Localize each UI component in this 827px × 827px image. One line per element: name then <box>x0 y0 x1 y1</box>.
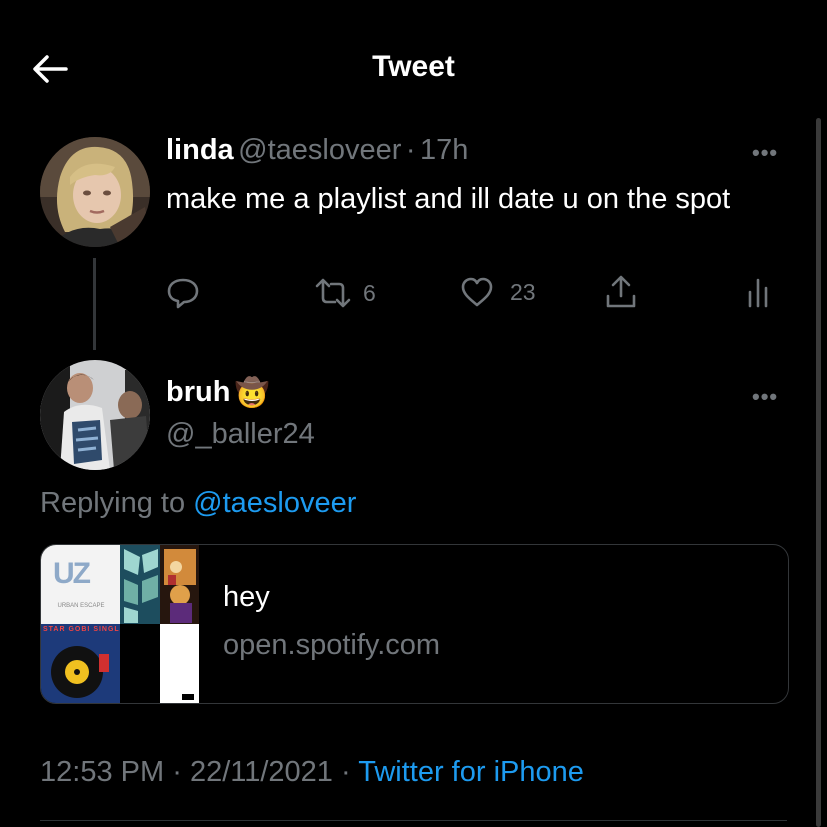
card-title: hey <box>223 581 270 613</box>
like-button[interactable]: 23 <box>460 276 536 308</box>
tweet-time[interactable]: 12:53 PM <box>40 756 164 788</box>
tweet-date[interactable]: 22/11/2021 <box>190 756 333 788</box>
tweet-source-link[interactable]: Twitter for iPhone <box>358 756 584 788</box>
album-cover-2 <box>120 545 199 624</box>
handle[interactable]: @taesloveer <box>238 134 401 166</box>
page-title: Tweet <box>372 50 455 83</box>
retweet-icon <box>315 278 351 308</box>
playlist-cover: UZ URBAN ESCAPE STAR GOBI SINGLES <box>41 545 200 703</box>
like-count: 23 <box>510 278 536 305</box>
retweet-count: 6 <box>363 279 376 306</box>
separator-dot: · <box>172 756 182 788</box>
reply-name-row: bruh 🤠 <box>166 376 269 409</box>
separator-dot: · <box>341 756 351 788</box>
tweet-meta: 12:53 PM · 22/11/2021 · Twitter for iPho… <box>40 756 584 789</box>
scrollbar[interactable] <box>816 118 821 827</box>
avatar-image <box>40 137 150 247</box>
avatar-bruh[interactable] <box>40 360 150 470</box>
display-name[interactable]: bruh <box>166 376 230 409</box>
cowboy-emoji: 🤠 <box>234 377 270 408</box>
tweet-text: make me a playlist and ill date u on the… <box>166 183 731 215</box>
link-card[interactable]: UZ URBAN ESCAPE STAR GOBI SINGLES <box>40 544 789 704</box>
album-text-uz: UZ <box>53 557 91 590</box>
card-domain: open.spotify.com <box>223 629 441 661</box>
reply-icon <box>167 278 199 309</box>
tweet-header: linda @taesloveer · 17h <box>166 134 468 167</box>
album-text-urban: URBAN ESCAPE <box>57 603 105 609</box>
analytics-icon <box>748 278 768 308</box>
album-cover-3: STAR GOBI SINGLES <box>41 624 120 703</box>
more-icon[interactable]: ••• <box>752 140 778 166</box>
avatar-linda[interactable] <box>40 137 150 247</box>
replying-prefix: Replying to <box>40 487 186 519</box>
separator-dot: · <box>405 134 416 166</box>
display-name[interactable]: linda <box>166 134 234 166</box>
analytics-button[interactable] <box>746 276 772 313</box>
album-cover-4 <box>120 624 199 703</box>
handle[interactable]: @_baller24 <box>166 418 315 451</box>
replying-to-link[interactable]: @taesloveer <box>193 487 356 519</box>
replying-to: Replying to @taesloveer <box>40 487 356 520</box>
share-icon <box>606 275 636 308</box>
reply-button[interactable] <box>166 276 210 310</box>
timestamp[interactable]: 17h <box>420 134 468 166</box>
more-icon[interactable]: ••• <box>752 384 778 410</box>
share-button[interactable] <box>604 274 638 315</box>
album-cover-1: UZ URBAN ESCAPE <box>41 545 120 624</box>
avatar-image <box>40 360 150 470</box>
retweet-button[interactable]: 6 <box>313 278 376 308</box>
thread-connector <box>93 258 96 350</box>
divider <box>40 820 787 821</box>
like-icon <box>461 277 493 307</box>
